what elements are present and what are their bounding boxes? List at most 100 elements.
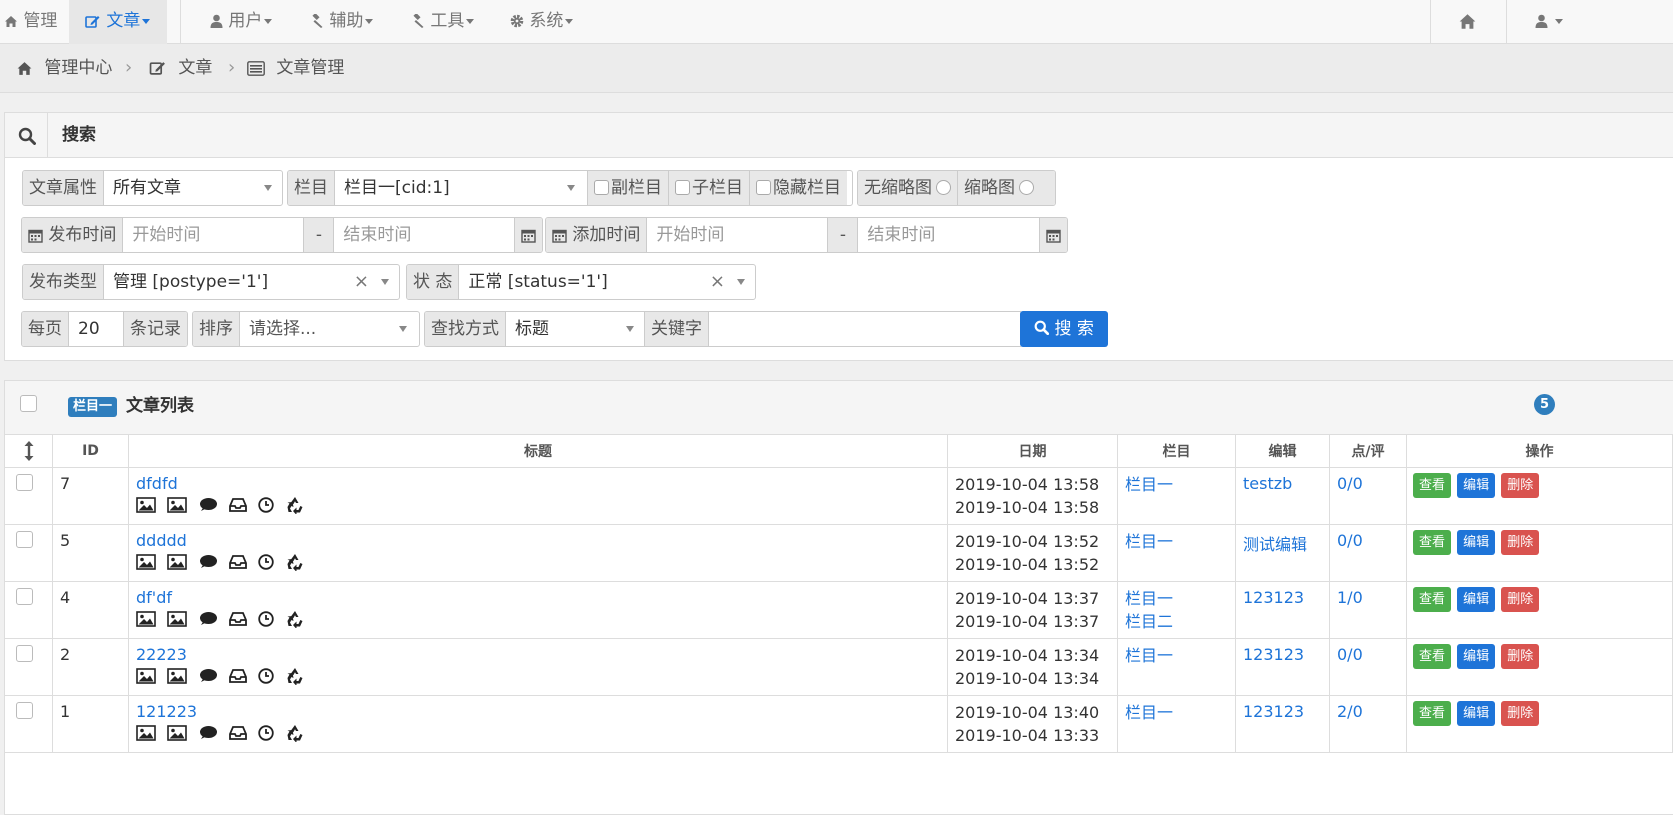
delete-button[interactable]: 删除 [1501, 530, 1540, 555]
image-icon[interactable] [136, 725, 156, 745]
comment-icon[interactable] [198, 497, 218, 517]
nav-item-assist[interactable]: 辅助 [309, 0, 374, 44]
checkbox[interactable] [675, 179, 690, 195]
column-select[interactable]: 栏目一[cid:1] [335, 171, 587, 205]
row-title-link[interactable]: df'df [136, 588, 172, 607]
row-checkbox[interactable] [16, 702, 33, 719]
clock-icon[interactable] [258, 611, 275, 631]
comment-icon[interactable] [198, 611, 218, 631]
sort-handle-header[interactable] [4, 434, 53, 468]
row-checkbox[interactable] [16, 588, 33, 605]
checkbox[interactable] [756, 179, 771, 195]
edit-button[interactable]: 编辑 [1457, 587, 1496, 612]
recycle-icon[interactable] [285, 496, 305, 518]
row-column-link[interactable]: 栏目一 [1125, 703, 1173, 722]
nav-item-user[interactable]: 用户 [210, 0, 273, 44]
image-icon[interactable] [136, 611, 156, 631]
checkbox[interactable] [594, 179, 609, 195]
row-checkbox[interactable] [16, 645, 33, 662]
select-all-checkbox[interactable] [20, 395, 37, 412]
row-checkbox[interactable] [16, 474, 33, 491]
edit-button[interactable]: 编辑 [1457, 473, 1496, 498]
view-button[interactable]: 查看 [1413, 587, 1452, 612]
row-stats-link[interactable]: 1/0 [1337, 588, 1363, 607]
radio[interactable] [1019, 179, 1034, 195]
keyword-input[interactable] [709, 312, 1021, 346]
image-icon[interactable] [136, 497, 156, 517]
image-icon[interactable] [167, 668, 187, 688]
row-editor-link[interactable]: 123123 [1243, 588, 1304, 607]
child-column-checkbox[interactable]: 子栏目 [669, 171, 750, 205]
image-icon[interactable] [167, 497, 187, 517]
view-button[interactable]: 查看 [1413, 530, 1452, 555]
image-icon[interactable] [136, 554, 156, 574]
publish-calendar-button[interactable] [514, 218, 542, 252]
nav-item-tools[interactable]: 工具 [410, 0, 475, 44]
recycle-icon[interactable] [285, 724, 305, 746]
add-start-input[interactable]: 开始时间 [647, 218, 827, 252]
inbox-icon[interactable] [229, 725, 248, 745]
view-button[interactable]: 查看 [1413, 473, 1452, 498]
status-select[interactable]: 正常 [status='1'] × [459, 265, 755, 299]
add-calendar-button[interactable] [1039, 218, 1067, 252]
row-stats-link[interactable]: 2/0 [1337, 702, 1363, 721]
row-column-link[interactable]: 栏目一 [1125, 532, 1173, 551]
image-icon[interactable] [167, 611, 187, 631]
no-thumb-radio[interactable]: 无缩略图 [858, 171, 958, 205]
row-title-link[interactable]: dfdfd [136, 474, 178, 493]
row-column-link[interactable]: 栏目一 [1125, 646, 1173, 665]
delete-button[interactable]: 删除 [1501, 644, 1540, 669]
recycle-icon[interactable] [285, 610, 305, 632]
thumb-radio[interactable]: 缩略图 [958, 171, 1055, 205]
breadcrumb-item-article[interactable]: 文章 [149, 44, 212, 92]
row-stats-link[interactable]: 0/0 [1337, 645, 1363, 664]
add-end-input[interactable]: 结束时间 [858, 218, 1039, 252]
clock-icon[interactable] [258, 725, 275, 745]
find-select[interactable]: 标题 [506, 312, 644, 346]
row-stats-link[interactable]: 0/0 [1337, 531, 1363, 550]
edit-button[interactable]: 编辑 [1457, 530, 1496, 555]
comment-icon[interactable] [198, 554, 218, 574]
inbox-icon[interactable] [229, 497, 248, 517]
row-title-link[interactable]: 22223 [136, 645, 187, 664]
image-icon[interactable] [167, 725, 187, 745]
article-attr-select[interactable]: 所有文章 [104, 171, 282, 205]
sort-select[interactable]: 请选择... [240, 312, 419, 346]
inbox-icon[interactable] [229, 668, 248, 688]
recycle-icon[interactable] [285, 667, 305, 689]
comment-icon[interactable] [198, 668, 218, 688]
clock-icon[interactable] [258, 554, 275, 574]
breadcrumb-item-admin[interactable]: 管理中心 [16, 44, 112, 92]
row-editor-link[interactable]: testzb [1243, 474, 1292, 493]
radio[interactable] [936, 179, 951, 195]
row-editor-link[interactable]: 测试编辑 [1243, 535, 1307, 554]
clear-icon[interactable]: × [354, 265, 369, 299]
edit-button[interactable]: 编辑 [1457, 644, 1496, 669]
per-page-input[interactable]: 20 [69, 312, 123, 346]
row-column2-link[interactable]: 栏目二 [1125, 612, 1173, 631]
view-button[interactable]: 查看 [1413, 701, 1452, 726]
post-type-select[interactable]: 管理 [postype='1'] × [104, 265, 399, 299]
publish-end-input[interactable]: 结束时间 [334, 218, 514, 252]
id-header[interactable]: ID [52, 434, 129, 468]
inbox-icon[interactable] [229, 554, 248, 574]
user-menu-button[interactable] [1535, 0, 1564, 44]
delete-button[interactable]: 删除 [1501, 701, 1540, 726]
image-icon[interactable] [167, 554, 187, 574]
row-editor-link[interactable]: 123123 [1243, 702, 1304, 721]
nav-item-system[interactable]: 系统 [510, 0, 574, 44]
nav-item-article[interactable]: 文章 [69, 0, 167, 44]
hidden-column-checkbox[interactable]: 隐藏栏目 [750, 171, 847, 205]
sub-column-checkbox[interactable]: 副栏目 [587, 171, 669, 205]
row-editor-link[interactable]: 123123 [1243, 645, 1304, 664]
comment-icon[interactable] [198, 725, 218, 745]
clock-icon[interactable] [258, 668, 275, 688]
row-column-link[interactable]: 栏目一 [1125, 589, 1173, 608]
row-checkbox[interactable] [16, 531, 33, 548]
row-stats-link[interactable]: 0/0 [1337, 474, 1363, 493]
inbox-icon[interactable] [229, 611, 248, 631]
home-button[interactable] [1458, 0, 1477, 44]
row-column-link[interactable]: 栏目一 [1125, 475, 1173, 494]
clock-icon[interactable] [258, 497, 275, 517]
delete-button[interactable]: 删除 [1501, 587, 1540, 612]
